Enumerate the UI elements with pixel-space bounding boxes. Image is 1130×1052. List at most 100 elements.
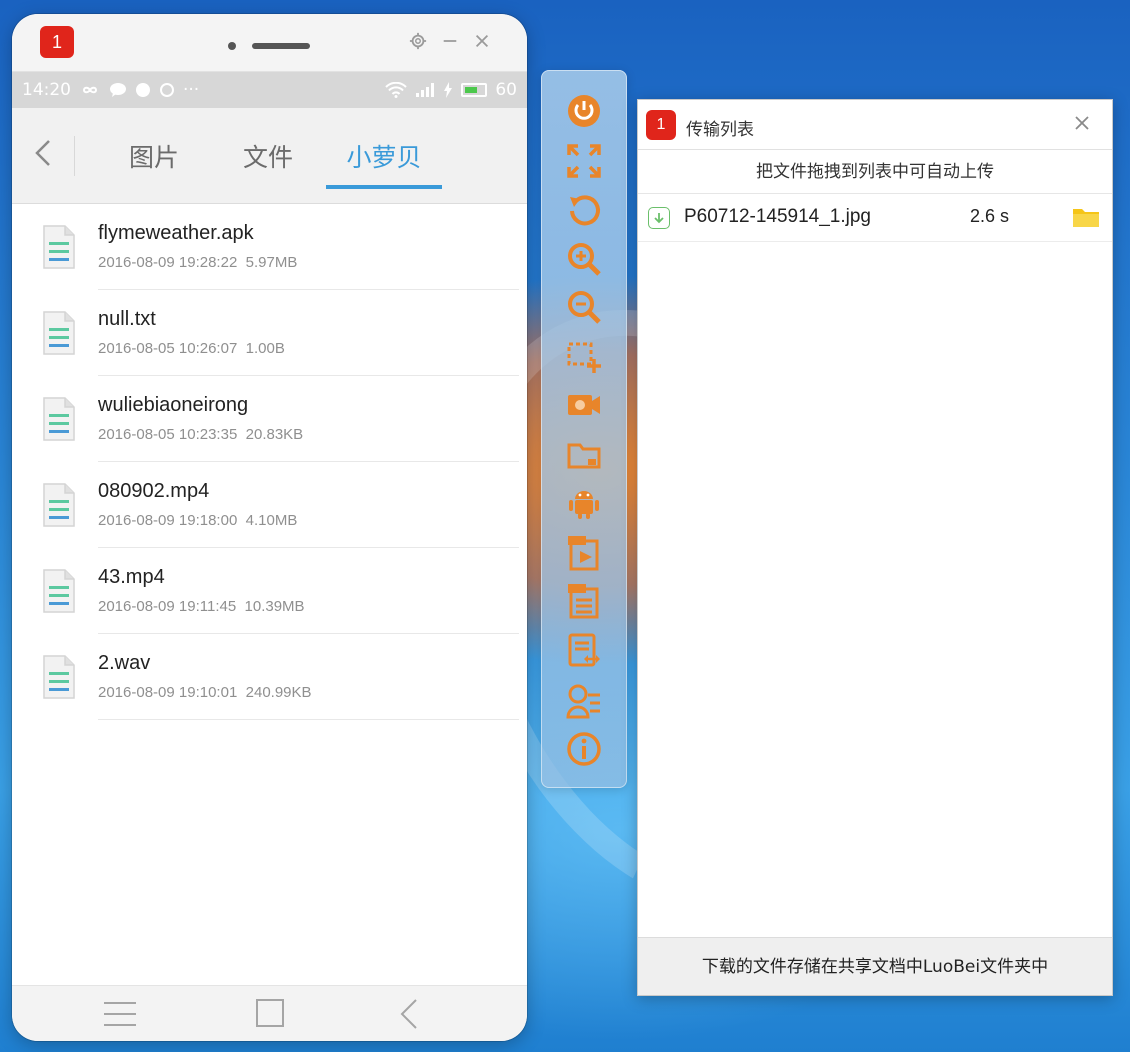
file-name: wuliebiaoneirong [98, 394, 249, 416]
power-icon [568, 95, 600, 127]
file-row[interactable]: 43.mp4 2016-08-09 19:11:45 10.39MB [12, 548, 527, 634]
phone-status-bar: 14:20 ··· 60 [12, 72, 527, 108]
dialog-title: 传输列表 [686, 120, 754, 140]
document-icon [43, 569, 75, 613]
file-row[interactable]: null.txt 2016-08-05 10:26:07 1.00B [12, 290, 527, 376]
info-button[interactable] [563, 728, 605, 770]
cmd-video-button[interactable] [563, 532, 605, 574]
power-button[interactable] [563, 90, 605, 132]
file-date: 2016-08-09 19:10:01 [98, 684, 238, 701]
charging-icon [444, 82, 453, 98]
rotate-icon [570, 195, 600, 226]
file-size: 20.83KB [245, 426, 304, 443]
open-folder-button[interactable] [563, 434, 605, 476]
drop-hint: 把文件拖拽到列表中可自动上传 [638, 150, 1112, 194]
close-icon[interactable] [473, 32, 491, 55]
infinity-icon [82, 86, 98, 94]
dialog-close-button[interactable] [1074, 112, 1090, 136]
file-size: 240.99KB [245, 684, 312, 701]
tab-luobei[interactable]: 小萝贝 [332, 138, 436, 178]
transfer-list-dialog: 1 传输列表 把文件拖拽到列表中可自动上传 P60712-145914_1.jp… [637, 99, 1113, 996]
file-list: flymeweather.apk 2016-08-09 19:28:22 5.9… [12, 204, 527, 720]
file-meta: 2016-08-09 19:11:45 10.39MB [98, 598, 305, 615]
more-notifications-icon: ··· [183, 80, 200, 100]
file-date: 2016-08-05 10:26:07 [98, 340, 238, 357]
android-icon [569, 491, 599, 519]
zoom-in-button[interactable] [563, 238, 605, 280]
cmd-document-icon [568, 584, 599, 619]
file-size: 10.39MB [244, 598, 305, 615]
info-icon [567, 732, 601, 766]
file-meta: 2016-08-09 19:10:01 240.99KB [98, 684, 312, 701]
screenshot-button[interactable] [563, 336, 605, 378]
document-icon [43, 225, 75, 269]
file-row[interactable]: wuliebiaoneirong 2016-08-05 10:23:35 20.… [12, 376, 527, 462]
folder-icon [567, 443, 601, 469]
home-button[interactable] [250, 998, 290, 1030]
android-button[interactable] [563, 482, 605, 524]
transfer-list-icon [568, 633, 600, 667]
settings-icon[interactable] [409, 32, 427, 55]
phone-nav-bar [12, 985, 527, 1041]
dialog-footer-note: 下载的文件存储在共享文档中LuoBei文件夹中 [638, 937, 1112, 995]
transfer-time: 2.6 s [970, 206, 1010, 226]
file-size: 4.10MB [245, 512, 298, 529]
file-size: 1.00B [245, 340, 285, 357]
rotate-button[interactable] [563, 190, 605, 232]
transfer-row[interactable]: P60712-145914_1.jpg 2.6 s [638, 194, 1112, 242]
open-folder-button[interactable] [1072, 206, 1100, 228]
battery-icon [461, 83, 488, 97]
close-icon [1075, 116, 1089, 130]
cmd-document-button[interactable] [563, 580, 605, 622]
nav-back-button[interactable] [390, 998, 430, 1030]
zoom-out-button[interactable] [563, 286, 605, 328]
active-tab-indicator [326, 185, 442, 189]
file-meta: 2016-08-09 19:18:00 4.10MB [98, 512, 297, 529]
minimize-icon[interactable] [441, 32, 459, 55]
file-date: 2016-08-09 19:11:45 [98, 598, 237, 615]
menu-button[interactable] [100, 998, 140, 1030]
file-row[interactable]: 2.wav 2016-08-09 19:10:01 240.99KB [12, 634, 527, 720]
file-name: 43.mp4 [98, 566, 165, 588]
tab-images[interactable]: 图片 [118, 138, 190, 178]
status-time: 14:20 [22, 80, 71, 100]
transfer-file-name: P60712-145914_1.jpg [684, 206, 872, 227]
folder-icon [1073, 209, 1099, 227]
fullscreen-icon [567, 144, 601, 178]
file-row[interactable]: 080902.mp4 2016-08-09 19:18:00 4.10MB [12, 462, 527, 548]
wifi-icon [385, 82, 408, 98]
file-name: 080902.mp4 [98, 480, 210, 502]
download-icon [648, 207, 670, 229]
document-icon [43, 483, 75, 527]
document-icon [43, 397, 75, 441]
file-name: flymeweather.apk [98, 222, 254, 244]
document-icon [43, 655, 75, 699]
file-meta: 2016-08-05 10:23:35 20.83KB [98, 426, 303, 443]
transfer-list-button[interactable] [563, 630, 605, 672]
fullscreen-button[interactable] [563, 140, 605, 182]
battery-level: 60 [495, 80, 517, 100]
file-meta: 2016-08-09 19:28:22 5.97MB [98, 254, 297, 271]
phone-window-chrome: 1 [12, 14, 527, 72]
tab-files[interactable]: 文件 [232, 138, 304, 178]
zoom-in-icon [568, 243, 601, 276]
home-square-icon [256, 999, 284, 1027]
menu-icon [104, 1002, 136, 1026]
screenshot-icon [567, 342, 601, 373]
back-button[interactable] [28, 138, 58, 172]
dialog-app-badge: 1 [646, 110, 676, 140]
side-toolbar [541, 70, 627, 788]
tab-divider [74, 136, 75, 176]
window-controls [409, 32, 491, 55]
speaker-bar [252, 43, 310, 49]
file-meta: 2016-08-05 10:26:07 1.00B [98, 340, 285, 357]
file-row[interactable]: flymeweather.apk 2016-08-09 19:28:22 5.9… [12, 204, 527, 290]
chevron-left-icon [35, 140, 50, 166]
file-size: 5.97MB [245, 254, 298, 271]
file-name: 2.wav [98, 652, 151, 674]
record-video-button[interactable] [563, 384, 605, 426]
file-name: null.txt [98, 308, 156, 330]
user-list-button[interactable] [563, 680, 605, 722]
sync-icon [160, 83, 174, 97]
app-notification-icon [136, 83, 150, 97]
